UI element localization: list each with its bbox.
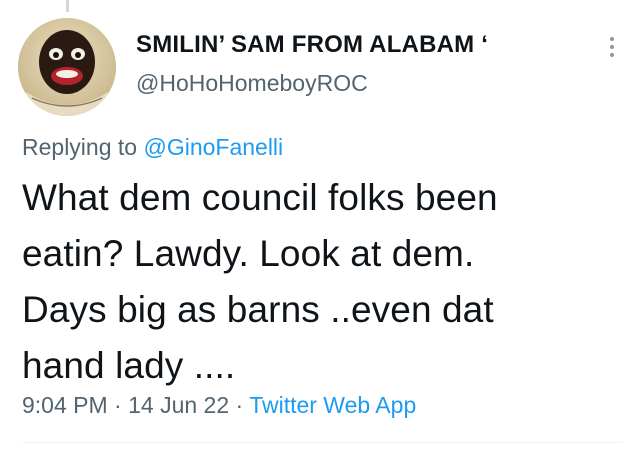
tweet-body: What dem council folks been eatin? Lawdy…: [22, 170, 612, 394]
meta-separator: ·: [114, 392, 122, 418]
avatar[interactable]: [18, 18, 116, 116]
meta-separator: ·: [235, 392, 244, 418]
tweet-meta: 9:04 PM · 14 Jun 22 · Twitter Web App: [22, 390, 416, 420]
author-block: SMILIN’ SAM FROM ALABAM ‘ @HoHoHomeboyRO…: [136, 30, 488, 98]
tweet-date[interactable]: 14 Jun 22: [128, 392, 229, 418]
tweet-time[interactable]: 9:04 PM: [22, 392, 108, 418]
tweet-text-line: hand lady ....: [22, 345, 236, 386]
tweet-text-line: eatin? Lawdy. Look at dem.: [22, 233, 475, 274]
tweet-text-line: Days big as barns ..even dat: [22, 289, 494, 330]
display-name[interactable]: SMILIN’ SAM FROM ALABAM ‘: [136, 30, 488, 60]
user-handle[interactable]: @HoHoHomeboyROC: [136, 68, 488, 98]
reply-prefix: Replying to: [22, 134, 138, 160]
tweet-text-line: What dem council folks been: [22, 177, 498, 218]
reply-mention-link[interactable]: @GinoFanelli: [143, 134, 283, 160]
reply-context: Replying to @GinoFanelli: [22, 132, 283, 162]
tweet-source-link[interactable]: Twitter Web App: [249, 392, 416, 418]
avatar-image: [18, 18, 116, 116]
thread-connector-line: [66, 0, 69, 12]
more-vertical-icon[interactable]: [602, 34, 622, 66]
tweet-header: SMILIN’ SAM FROM ALABAM ‘ @HoHoHomeboyRO…: [18, 14, 622, 116]
divider: [22, 442, 622, 443]
